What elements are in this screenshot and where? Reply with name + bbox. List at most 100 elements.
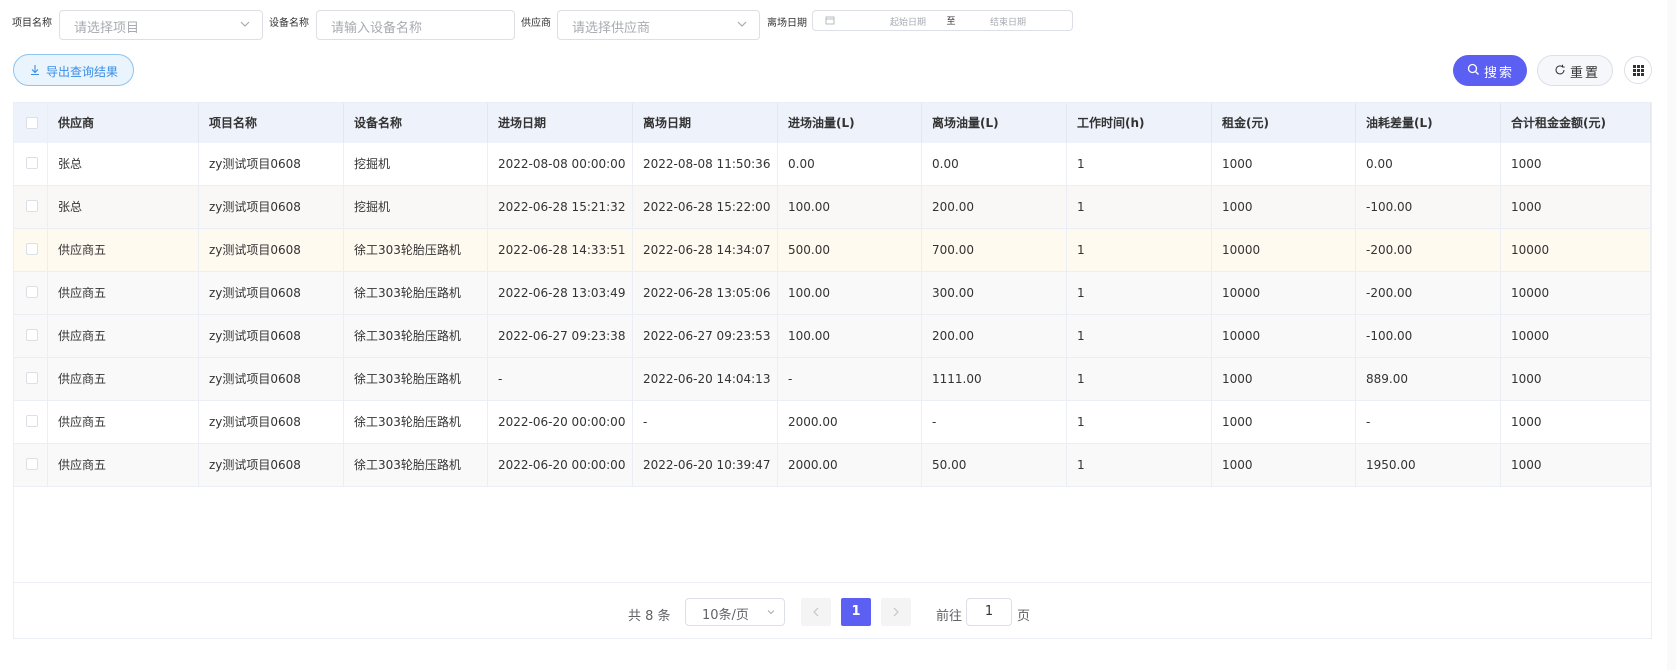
page-scrollbar[interactable] <box>1667 0 1676 670</box>
cell-rent: 1000 <box>1212 358 1356 400</box>
cell-entry-fuel: 0.00 <box>778 143 922 185</box>
cell-entry-fuel: 100.00 <box>778 272 922 314</box>
cell-work-hours: 1 <box>1067 186 1212 228</box>
column-header-project-name: 项目名称 <box>199 103 344 143</box>
reset-button[interactable]: 重置 <box>1537 55 1613 86</box>
table-row[interactable]: 供应商五 zy测试项目0608 徐工303轮胎压路机 2022-06-27 09:23… <box>14 315 1651 358</box>
goto-page-input[interactable]: 1 <box>966 598 1012 626</box>
cell-project-name: zy测试项目0608 <box>199 186 344 228</box>
export-results-button[interactable]: 导出查询结果 <box>13 54 134 86</box>
cell-entry-fuel: - <box>778 358 922 400</box>
cell-work-hours: 1 <box>1067 315 1212 357</box>
search-icon <box>1467 63 1479 75</box>
device-filter-label: 设备名称 <box>269 18 309 29</box>
device-name-input[interactable]: 请输入设备名称 <box>316 10 515 40</box>
cell-entry-fuel: 100.00 <box>778 315 922 357</box>
cell-exit-date: 2022-06-20 10:39:47 <box>633 444 778 486</box>
cell-work-hours: 1 <box>1067 272 1212 314</box>
export-button-label: 导出查询结果 <box>46 65 119 79</box>
row-checkbox[interactable] <box>26 458 38 470</box>
cell-rent: 1000 <box>1212 444 1356 486</box>
cell-project-name: zy测试项目0608 <box>199 229 344 271</box>
cell-rent: 1000 <box>1212 143 1356 185</box>
column-header-work-hours: 工作时间(h) <box>1067 103 1212 143</box>
cell-work-hours: 1 <box>1067 401 1212 443</box>
cell-supplier: 供应商五 <box>48 315 199 357</box>
cell-total-rent: 1000 <box>1501 358 1651 400</box>
cell-entry-date: 2022-06-28 14:33:51 <box>488 229 633 271</box>
cell-rent: 1000 <box>1212 401 1356 443</box>
column-header-exit-date: 离场日期 <box>633 103 778 143</box>
cell-project-name: zy测试项目0608 <box>199 358 344 400</box>
cell-project-name: zy测试项目0608 <box>199 315 344 357</box>
page-size-select[interactable]: 10条/页 <box>685 598 785 626</box>
table-row[interactable]: 供应商五 zy测试项目0608 徐工303轮胎压路机 -2022-06-20 14:0… <box>14 358 1651 401</box>
table-row[interactable]: 张总 zy测试项目0608 挖掘机 2022-06-28 15:21:32 2022-0… <box>14 186 1651 229</box>
table-header: 供应商 项目名称 设备名称 进场日期 离场日期 进场油量(L) 离场油量(L) 工作时间(h)… <box>14 103 1651 144</box>
cell-fuel-diff: 0.00 <box>1356 143 1501 185</box>
cell-exit-fuel: 200.00 <box>922 186 1067 228</box>
table-row[interactable]: 供应商五 zy测试项目0608 徐工303轮胎压路机 2022-06-28 13:03… <box>14 272 1651 315</box>
device-input-placeholder: 请输入设备名称 <box>331 21 423 36</box>
column-header-entry-fuel: 进场油量(L) <box>778 103 922 143</box>
cell-device-name: 徐工303轮胎压路机 <box>344 229 488 271</box>
cell-work-hours: 1 <box>1067 229 1212 271</box>
table-row[interactable]: 张总 zy测试项目0608 挖掘机 2022-08-08 00:00:00 2022-0… <box>14 143 1651 186</box>
column-header-total-rent: 合计租金金额(元) <box>1501 103 1651 143</box>
cell-project-name: zy测试项目0608 <box>199 143 344 185</box>
project-select[interactable]: 请选择项目 <box>59 10 263 40</box>
cell-entry-date: 2022-06-28 13:03:49 <box>488 272 633 314</box>
exit-date-range-picker[interactable]: 起始日期 至 结束日期 <box>812 10 1073 31</box>
cell-exit-fuel: 300.00 <box>922 272 1067 314</box>
row-select-cell <box>14 186 48 228</box>
row-checkbox[interactable] <box>26 415 38 427</box>
select-all-checkbox[interactable] <box>26 117 38 129</box>
supplier-filter-label: 供应商 <box>521 18 551 29</box>
search-button[interactable]: 搜索 <box>1453 55 1527 86</box>
row-checkbox[interactable] <box>26 286 38 298</box>
table-row[interactable]: 供应商五 zy测试项目0608 徐工303轮胎压路机 2022-06-20 00:00… <box>14 401 1651 444</box>
table-row[interactable]: 供应商五 zy测试项目0608 徐工303轮胎压路机 2022-06-28 14:33… <box>14 229 1651 272</box>
goto-label: 前往 <box>936 609 963 624</box>
project-filter-label: 项目名称 <box>12 18 52 29</box>
chevron-down-icon <box>767 610 775 615</box>
page-number-button[interactable]: 1 <box>841 598 871 626</box>
cell-exit-date: 2022-06-28 15:22:00 <box>633 186 778 228</box>
end-date-placeholder[interactable]: 结束日期 <box>973 15 1043 28</box>
cell-device-name: 徐工303轮胎压路机 <box>344 272 488 314</box>
goto-unit-label: 页 <box>1017 609 1031 624</box>
cell-rent: 10000 <box>1212 229 1356 271</box>
prev-page-button[interactable] <box>801 598 831 626</box>
cell-project-name: zy测试项目0608 <box>199 444 344 486</box>
column-header-supplier: 供应商 <box>48 103 199 143</box>
column-settings-button[interactable] <box>1624 56 1652 84</box>
next-page-button[interactable] <box>881 598 911 626</box>
row-checkbox[interactable] <box>26 329 38 341</box>
row-checkbox[interactable] <box>26 200 38 212</box>
cell-entry-fuel: 500.00 <box>778 229 922 271</box>
row-checkbox[interactable] <box>26 372 38 384</box>
row-checkbox[interactable] <box>26 243 38 255</box>
select-all-cell <box>14 103 48 143</box>
table-row[interactable]: 供应商五 zy测试项目0608 徐工303轮胎压路机 2022-06-20 00:00… <box>14 444 1651 487</box>
cell-entry-date: 2022-06-27 09:23:38 <box>488 315 633 357</box>
column-header-fuel-diff: 油耗差量(L) <box>1356 103 1501 143</box>
column-header-exit-fuel: 离场油量(L) <box>922 103 1067 143</box>
cell-total-rent: 1000 <box>1501 401 1651 443</box>
chevron-down-icon <box>240 21 250 27</box>
cell-entry-date: 2022-08-08 00:00:00 <box>488 143 633 185</box>
row-checkbox[interactable] <box>26 157 38 169</box>
total-count: 共 8 条 <box>628 609 671 624</box>
row-select-cell <box>14 401 48 443</box>
supplier-select[interactable]: 请选择供应商 <box>557 10 760 40</box>
chevron-down-icon <box>737 21 747 27</box>
filter-bar: 项目名称 请选择项目 设备名称 请输入设备名称 供应商 请选择供应商 离场日期 … <box>0 0 1676 44</box>
start-date-placeholder[interactable]: 起始日期 <box>873 15 943 28</box>
cell-work-hours: 1 <box>1067 143 1212 185</box>
cell-exit-fuel: 0.00 <box>922 143 1067 185</box>
row-select-cell <box>14 143 48 185</box>
row-select-cell <box>14 315 48 357</box>
search-button-label: 搜索 <box>1484 66 1515 81</box>
cell-exit-fuel: 700.00 <box>922 229 1067 271</box>
cell-fuel-diff: -100.00 <box>1356 315 1501 357</box>
